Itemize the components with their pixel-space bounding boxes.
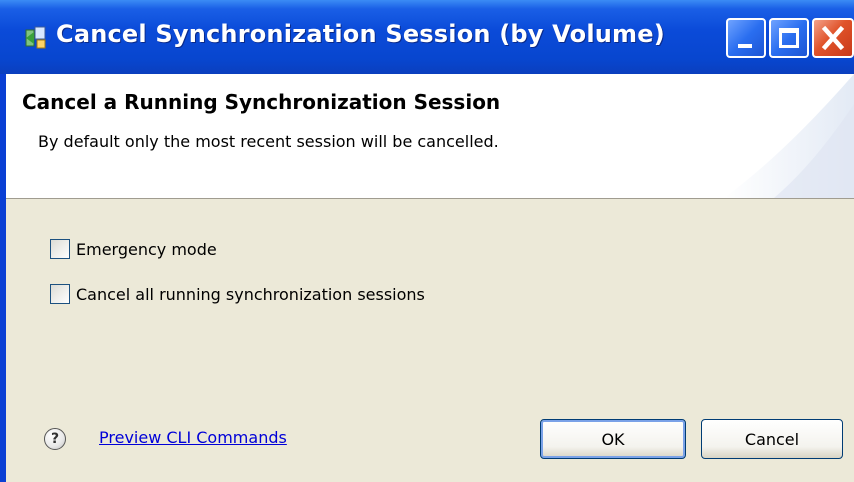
dialog-header: Cancel a Running Synchronization Session…	[6, 74, 854, 199]
sync-app-icon	[25, 26, 46, 49]
emergency-mode-checkbox[interactable]	[50, 239, 70, 259]
header-decoration	[724, 74, 854, 198]
minimize-icon	[738, 44, 752, 48]
cancel-all-sessions-checkbox[interactable]	[50, 284, 70, 304]
minimize-button[interactable]	[726, 18, 766, 58]
emergency-mode-option[interactable]: Emergency mode	[50, 237, 217, 261]
maximize-button[interactable]	[769, 18, 809, 58]
cancel-all-sessions-option[interactable]: Cancel all running synchronization sessi…	[50, 282, 425, 306]
window-title: Cancel Synchronization Session (by Volum…	[56, 20, 665, 48]
close-icon	[821, 25, 845, 51]
maximize-icon	[779, 28, 799, 48]
preview-cli-commands-link[interactable]: Preview CLI Commands	[99, 428, 287, 447]
ok-button[interactable]: OK	[540, 419, 686, 459]
page-title: Cancel a Running Synchronization Session	[22, 90, 501, 114]
emergency-mode-label[interactable]: Emergency mode	[76, 240, 217, 259]
close-button[interactable]	[812, 18, 854, 58]
title-bar[interactable]: Cancel Synchronization Session (by Volum…	[0, 0, 854, 74]
dialog-window: Cancel Synchronization Session (by Volum…	[0, 0, 854, 482]
help-icon[interactable]: ?	[44, 428, 66, 450]
cancel-button[interactable]: Cancel	[701, 419, 843, 459]
dialog-body: Emergency mode Cancel all running synchr…	[6, 199, 854, 482]
cancel-all-sessions-label[interactable]: Cancel all running synchronization sessi…	[76, 285, 425, 304]
page-description: By default only the most recent session …	[38, 132, 499, 151]
